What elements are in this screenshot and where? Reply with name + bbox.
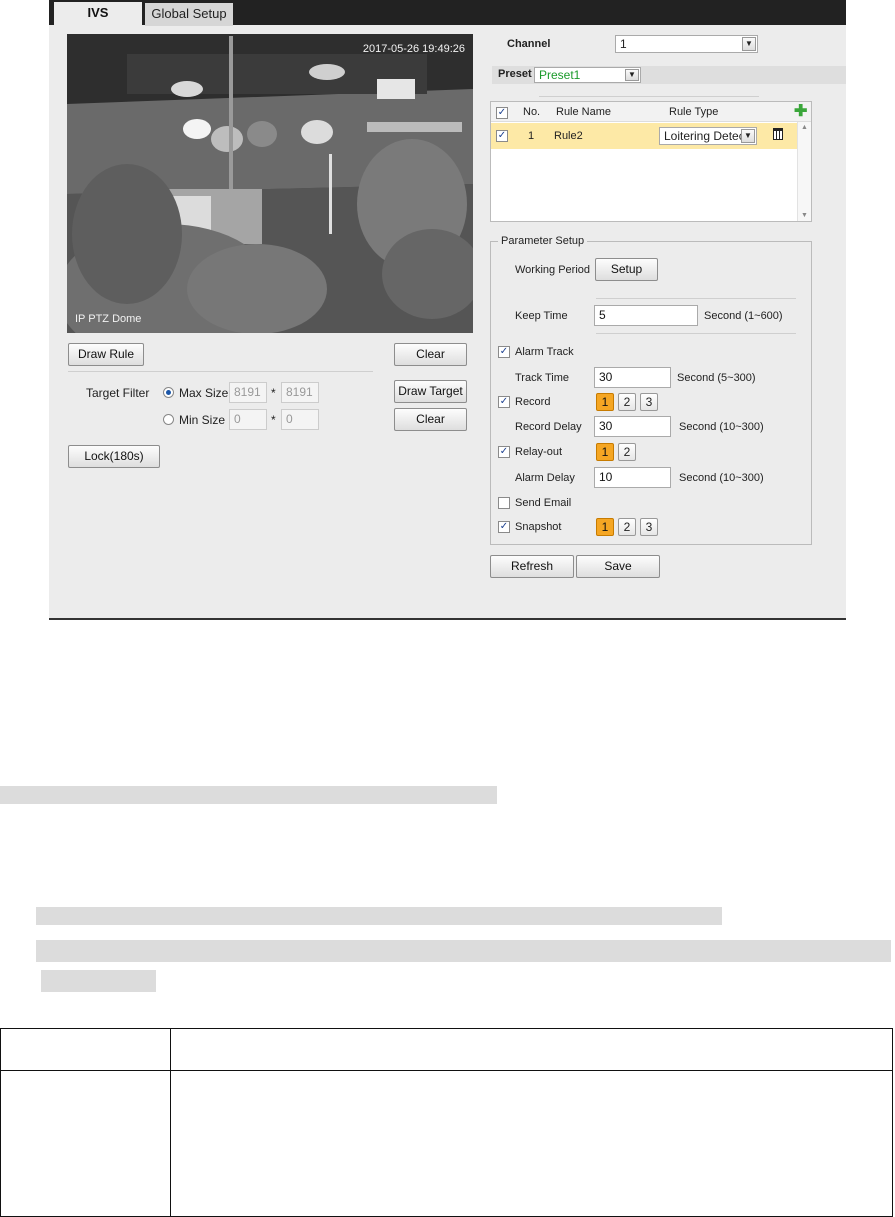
- draw-target-button[interactable]: Draw Target: [394, 380, 467, 403]
- channel-select[interactable]: 1 ▼: [615, 35, 758, 53]
- track-time-unit: Second (5~300): [677, 372, 756, 384]
- send-email-label: Send Email: [515, 497, 572, 509]
- rule-no: 1: [528, 130, 535, 142]
- max-size-separator: *: [271, 386, 276, 400]
- alarm-delay-label: Alarm Delay: [515, 472, 575, 484]
- track-time-label: Track Time: [515, 372, 569, 384]
- alarm-track-label: Alarm Track: [515, 346, 574, 358]
- rule-name: Rule2: [554, 130, 583, 142]
- preset-select[interactable]: Preset1 ▼: [534, 67, 641, 83]
- relay-out-checkbox[interactable]: ✓: [498, 446, 510, 458]
- text-placeholder-bar: [36, 940, 891, 962]
- record-checkbox[interactable]: ✓: [498, 396, 510, 408]
- max-height-input[interactable]: 8191: [281, 382, 319, 403]
- rules-header: ✓ No. Rule Name Rule Type ✚: [491, 102, 811, 122]
- video-camera-name: IP PTZ Dome: [75, 313, 142, 325]
- scroll-up-icon[interactable]: ▲: [801, 124, 808, 131]
- record-delay-label: Record Delay: [515, 421, 582, 433]
- table-row: [0, 1070, 893, 1217]
- table-header-row: [0, 1028, 893, 1071]
- text-placeholder-bar: [0, 786, 497, 804]
- add-rule-icon[interactable]: ✚: [794, 104, 807, 120]
- ivs-panel: IVS Global Setup 2017-05-26 19:49:26 IP …: [49, 0, 846, 620]
- header-rule-name: Rule Name: [556, 106, 612, 118]
- min-width-input[interactable]: 0: [229, 409, 267, 430]
- record-delay-unit: Second (10~300): [679, 421, 764, 433]
- track-time-input[interactable]: 30: [594, 367, 671, 388]
- lock-button[interactable]: Lock(180s): [68, 445, 160, 468]
- table-row[interactable]: ✓ 1 Rule2 Loitering Detec ▼: [491, 123, 797, 149]
- alarm-delay-unit: Second (10~300): [679, 472, 764, 484]
- keep-time-label: Keep Time: [515, 310, 568, 322]
- min-size-separator: *: [271, 413, 276, 427]
- parameter-setup-legend: Parameter Setup: [498, 235, 588, 247]
- header-rule-type: Rule Type: [669, 106, 719, 118]
- send-email-checkbox[interactable]: [498, 497, 510, 509]
- record-delay-input[interactable]: 30: [594, 416, 671, 437]
- video-timestamp: 2017-05-26 19:49:26: [362, 43, 465, 55]
- rules-table: ✓ No. Rule Name Rule Type ✚ ✓ 1 Rule2 Lo…: [490, 101, 812, 222]
- preset-value: Preset1: [539, 68, 581, 82]
- rule-checkbox[interactable]: ✓: [496, 130, 508, 142]
- scrollbar[interactable]: ▲ ▼: [797, 122, 811, 221]
- document-table: [0, 1028, 893, 1217]
- record-channel-3[interactable]: 3: [640, 393, 658, 411]
- chevron-down-icon: ▼: [625, 69, 639, 81]
- record-channel-2[interactable]: 2: [618, 393, 636, 411]
- rule-type-value: Loitering Detec: [664, 129, 745, 143]
- text-placeholder-bar: [41, 970, 156, 992]
- keep-time-input[interactable]: 5: [594, 305, 698, 326]
- record-label: Record: [515, 396, 551, 408]
- channel-label: Channel: [507, 38, 551, 50]
- snapshot-channel-2[interactable]: 2: [618, 518, 636, 536]
- max-size-radio[interactable]: [163, 387, 174, 398]
- tab-global-setup[interactable]: Global Setup: [145, 3, 233, 26]
- snapshot-channel-3[interactable]: 3: [640, 518, 658, 536]
- target-filter-label: Target Filter: [86, 386, 150, 400]
- draw-rule-button[interactable]: Draw Rule: [68, 343, 144, 366]
- setup-button[interactable]: Setup: [595, 258, 658, 281]
- save-button[interactable]: Save: [576, 555, 660, 578]
- header-no: No.: [523, 106, 541, 118]
- scroll-down-icon[interactable]: ▼: [801, 212, 808, 219]
- video-preview[interactable]: 2017-05-26 19:49:26 IP PTZ Dome: [67, 34, 473, 333]
- video-scene: [67, 34, 473, 333]
- select-all-checkbox[interactable]: ✓: [496, 107, 508, 119]
- rule-type-select[interactable]: Loitering Detec ▼: [659, 127, 757, 145]
- snapshot-channel-1[interactable]: 1: [596, 518, 614, 536]
- alarm-delay-input[interactable]: 10: [594, 467, 671, 488]
- max-size-label: Max Size: [179, 386, 229, 400]
- chevron-down-icon: ▼: [741, 129, 755, 143]
- relay-out-label: Relay-out: [515, 446, 563, 458]
- trash-icon[interactable]: [773, 128, 783, 140]
- clear-rule-button[interactable]: Clear: [394, 343, 467, 366]
- min-size-radio[interactable]: [163, 414, 174, 425]
- chevron-down-icon: ▼: [742, 37, 756, 51]
- min-size-label: Min Size: [179, 413, 226, 427]
- refresh-button[interactable]: Refresh: [490, 555, 574, 578]
- record-channel-1[interactable]: 1: [596, 393, 614, 411]
- tab-ivs[interactable]: IVS: [54, 2, 142, 25]
- max-width-input[interactable]: 8191: [229, 382, 267, 403]
- alarm-track-checkbox[interactable]: ✓: [498, 346, 510, 358]
- working-period-label: Working Period: [515, 264, 590, 276]
- relay-channel-1[interactable]: 1: [596, 443, 614, 461]
- snapshot-checkbox[interactable]: ✓: [498, 521, 510, 533]
- clear-target-button[interactable]: Clear: [394, 408, 467, 431]
- channel-value: 1: [620, 37, 627, 51]
- text-placeholder-bar: [36, 907, 722, 925]
- preset-label: Preset: [498, 68, 532, 80]
- tab-bar: IVS Global Setup: [49, 0, 846, 26]
- snapshot-label: Snapshot: [515, 521, 562, 533]
- keep-time-unit: Second (1~600): [704, 310, 783, 322]
- relay-channel-2[interactable]: 2: [618, 443, 636, 461]
- min-height-input[interactable]: 0: [281, 409, 319, 430]
